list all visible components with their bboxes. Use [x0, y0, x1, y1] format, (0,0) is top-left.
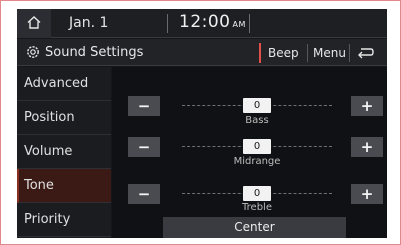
title-bar: Sound Settings Beep Menu: [17, 39, 387, 66]
midrange-plus-button[interactable]: +: [351, 137, 383, 157]
sidebar-item-tone[interactable]: Tone: [17, 169, 111, 203]
beep-button[interactable]: Beep: [259, 43, 305, 63]
page-title: Sound Settings: [45, 45, 144, 60]
clock-display: 12:00 AM: [179, 12, 246, 32]
status-divider: [249, 14, 250, 33]
center-button[interactable]: Center: [163, 217, 346, 238]
sidebar-item-advanced[interactable]: Advanced: [17, 67, 111, 101]
sidebar-item-priority[interactable]: Priority: [17, 203, 111, 237]
gear-icon: [25, 44, 41, 60]
bass-plus-button[interactable]: +: [351, 96, 383, 116]
midrange-slider-knob[interactable]: 0: [243, 139, 271, 154]
menu-button[interactable]: Menu: [309, 43, 350, 63]
home-icon: [27, 14, 41, 33]
bass-minus-button[interactable]: −: [128, 96, 160, 116]
back-arrow-icon: [356, 44, 374, 63]
clock-ampm: AM: [232, 20, 246, 29]
home-button[interactable]: [17, 9, 51, 38]
midrange-minus-button[interactable]: −: [128, 137, 160, 157]
treble-minus-button[interactable]: −: [128, 184, 160, 204]
treble-label: Treble: [242, 202, 272, 213]
treble-plus-button[interactable]: +: [351, 184, 383, 204]
sidebar-item-position[interactable]: Position: [17, 101, 111, 135]
date-display: Jan. 1: [69, 15, 109, 31]
infotainment-screen: Jan. 1 12:00AM Sound Settings Beep Menu: [17, 9, 387, 238]
midrange-label: Midrange: [233, 156, 281, 167]
back-button[interactable]: [351, 42, 379, 64]
status-divider: [167, 14, 168, 33]
bass-label: Bass: [245, 115, 269, 126]
bass-slider-knob[interactable]: 0: [243, 98, 271, 113]
tone-panel: − 0 Bass + − 0 Midrange + − 0 Treble + C…: [112, 67, 387, 238]
titlebar-divider: [349, 44, 350, 62]
treble-slider-knob[interactable]: 0: [243, 186, 271, 201]
titlebar-divider: [307, 44, 308, 62]
status-bar: Jan. 1 12:00 AM: [17, 9, 387, 38]
screenshot-frame: Jan. 1 12:00AM Sound Settings Beep Menu: [0, 0, 401, 245]
sidebar: Advanced Position Volume Tone Priority: [17, 67, 111, 238]
sidebar-item-volume[interactable]: Volume: [17, 135, 111, 169]
clock-time: 12:00: [179, 12, 231, 32]
